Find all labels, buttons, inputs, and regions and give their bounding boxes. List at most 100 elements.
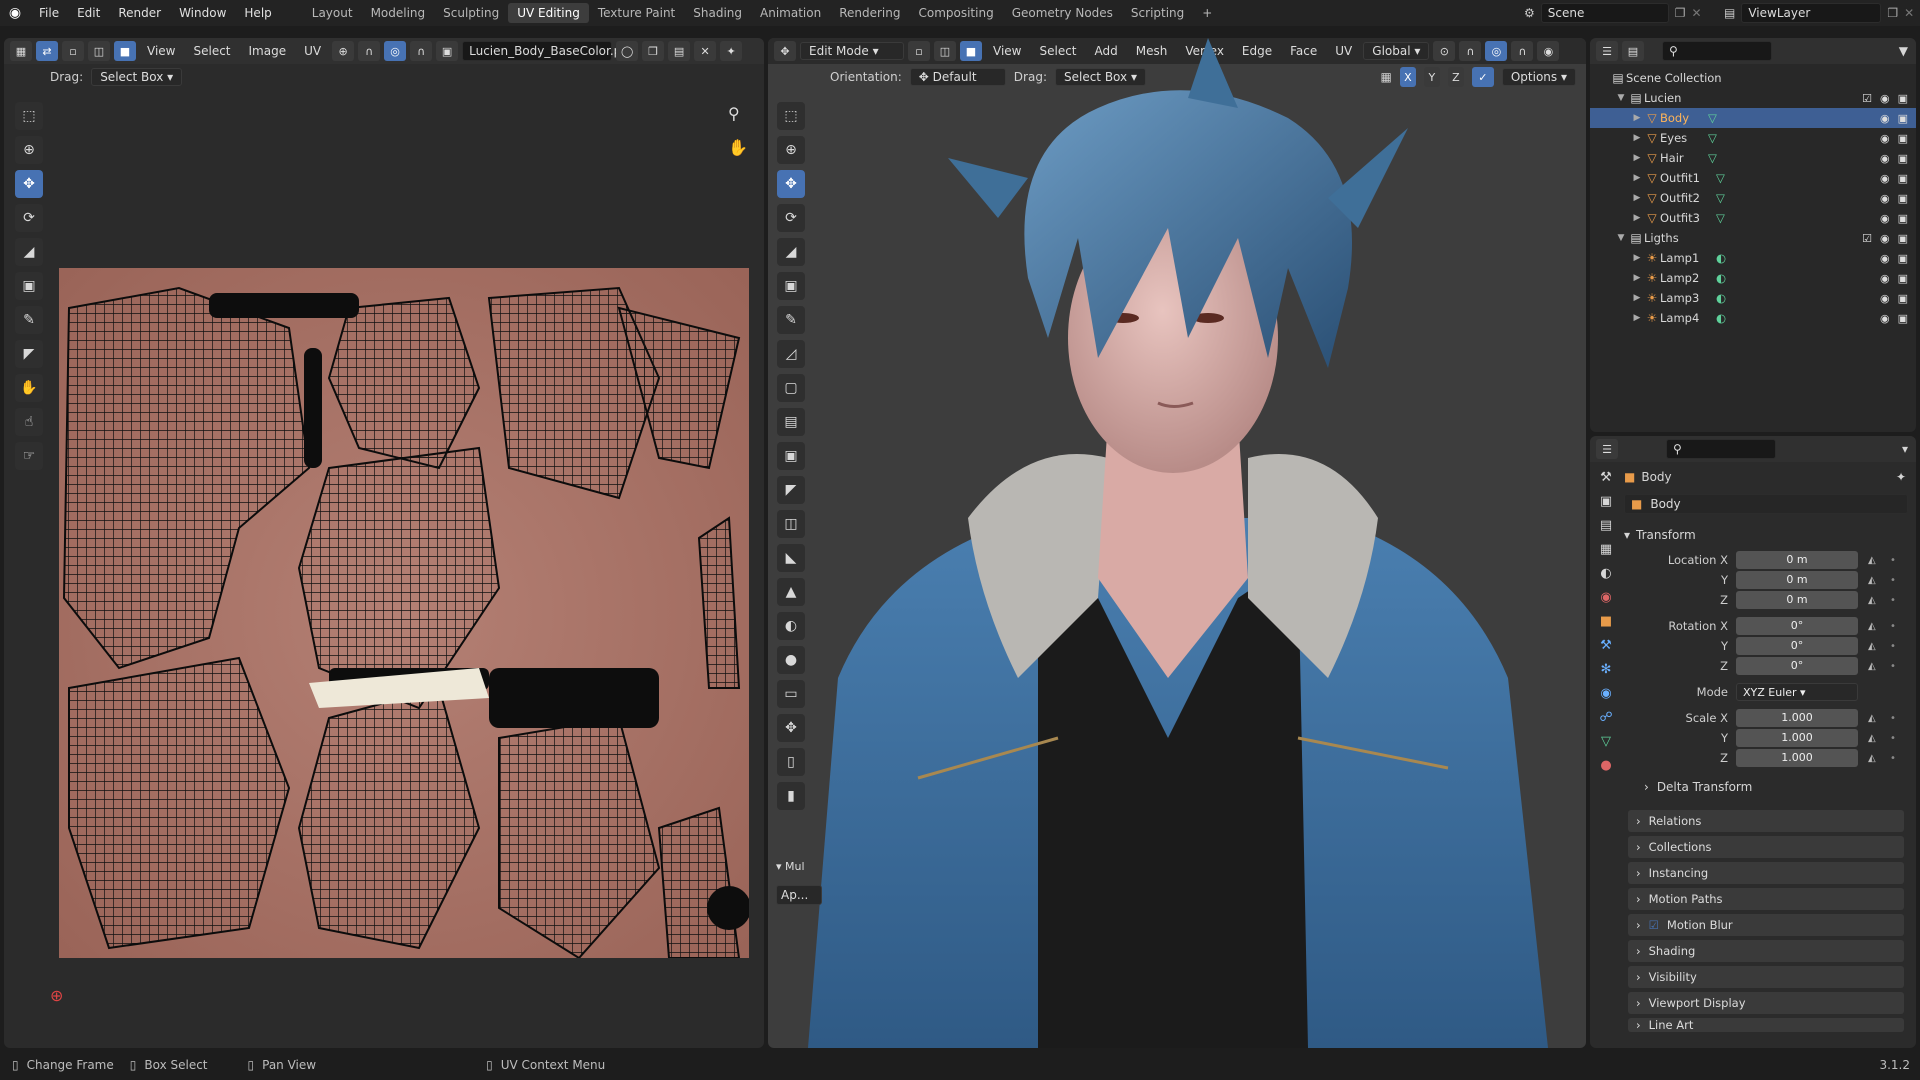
light-data-icon[interactable]: ◐ <box>1716 291 1726 305</box>
world-tab-icon[interactable]: ◉ <box>1600 590 1611 605</box>
lock-icon[interactable]: ◭ <box>1868 641 1882 652</box>
motion-blur-checkbox[interactable]: ☑ <box>1649 918 1659 932</box>
scale-tool-icon[interactable]: ◢ <box>15 238 43 266</box>
mesh-data-icon[interactable]: ▽ <box>1716 191 1725 205</box>
lock-icon[interactable]: ◭ <box>1868 753 1882 764</box>
snap-icon[interactable]: ∩ <box>358 41 381 61</box>
particles-tab-icon[interactable]: ✻ <box>1601 662 1612 677</box>
rotation-mode-dropdown[interactable]: XYZ Euler ▾ <box>1736 683 1858 701</box>
panel-shading[interactable]: › Shading <box>1628 940 1904 962</box>
rotation-x-field[interactable]: 0° <box>1736 617 1858 635</box>
properties-type-icon[interactable]: ☰ <box>1596 439 1618 459</box>
outliner-search[interactable]: ⚲ <box>1662 41 1772 61</box>
tab-scripting[interactable]: Scripting <box>1122 3 1193 23</box>
falloff-icon[interactable]: ∩ <box>410 41 433 61</box>
vp-drag-dropdown[interactable]: Select Box ▾ <box>1054 68 1146 86</box>
menu-file[interactable]: File <box>30 6 68 20</box>
scale-x-field[interactable]: 1.000 <box>1736 709 1858 727</box>
last-operator-panel[interactable]: ▾ Mul Ap... <box>776 860 822 905</box>
copy-viewlayer-icon[interactable]: ❐ <box>1887 6 1898 20</box>
tab-compositing[interactable]: Compositing <box>909 3 1002 23</box>
checkbox-icon[interactable]: ☑ <box>1862 232 1872 245</box>
light-data-icon[interactable]: ◐ <box>1716 311 1726 325</box>
eye-icon[interactable]: ◉ <box>1880 232 1890 245</box>
lock-icon[interactable]: ◭ <box>1868 713 1882 724</box>
spin-icon[interactable]: ◐ <box>777 612 805 640</box>
image-browse-icon[interactable]: ▣ <box>436 41 459 61</box>
face-select-icon[interactable]: ■ <box>114 41 136 61</box>
outliner-item-body[interactable]: ▶ ▽ Body ▽ ◉ ▣ <box>1590 108 1916 128</box>
poly-build-icon[interactable]: ▲ <box>777 578 805 606</box>
tab-geometry-nodes[interactable]: Geometry Nodes <box>1003 3 1122 23</box>
light-data-icon[interactable]: ◐ <box>1716 251 1726 265</box>
mesh-data-icon[interactable]: ▽ <box>1708 111 1717 125</box>
unlink-image-icon[interactable]: ✕ <box>694 41 717 61</box>
location-z-field[interactable]: 0 m <box>1736 591 1858 609</box>
panel-instancing[interactable]: › Instancing <box>1628 862 1904 884</box>
outliner-item-lamp1[interactable]: ▶ ☀ Lamp1 ◐ ◉ ▣ <box>1590 248 1916 268</box>
eye-icon[interactable]: ◉ <box>1880 132 1890 145</box>
uv-menu-select[interactable]: Select <box>186 44 237 58</box>
tool-tab-icon[interactable]: ⚒ <box>1600 470 1612 485</box>
eye-icon[interactable]: ◉ <box>1880 212 1890 225</box>
options-chevron-icon[interactable]: ▾ <box>1902 442 1908 456</box>
physics-tab-icon[interactable]: ◉ <box>1600 686 1611 701</box>
mesh-data-icon[interactable]: ▽ <box>1708 131 1717 145</box>
camera-icon[interactable]: ▣ <box>1898 112 1908 125</box>
location-x-field[interactable]: 0 m <box>1736 551 1858 569</box>
camera-icon[interactable]: ▣ <box>1898 152 1908 165</box>
outliner-item-outfit1[interactable]: ▶ ▽ Outfit1 ▽ ◉ ▣ <box>1590 168 1916 188</box>
camera-icon[interactable]: ▣ <box>1898 172 1908 185</box>
mesh-data-icon[interactable]: ▽ <box>1708 151 1717 165</box>
mirror-icon[interactable]: ▦ <box>1381 70 1392 84</box>
character-render[interactable] <box>768 38 1586 1048</box>
eye-icon[interactable]: ◉ <box>1880 92 1890 105</box>
material-tab-icon[interactable]: ● <box>1600 758 1611 773</box>
camera-icon[interactable]: ▣ <box>1898 252 1908 265</box>
uv-menu-image[interactable]: Image <box>242 44 294 58</box>
eye-icon[interactable]: ◉ <box>1880 152 1890 165</box>
proportional-edit-icon[interactable]: ◎ <box>384 41 407 61</box>
eye-icon[interactable]: ◉ <box>1880 192 1890 205</box>
camera-icon[interactable]: ▣ <box>1898 292 1908 305</box>
panel-viewport-display[interactable]: › Viewport Display <box>1628 992 1904 1014</box>
tab-uv-editing[interactable]: UV Editing <box>508 3 589 23</box>
vp-scale-icon[interactable]: ◢ <box>777 238 805 266</box>
delete-viewlayer-icon[interactable]: ✕ <box>1904 6 1914 20</box>
annotate-tool-icon[interactable]: ✎ <box>15 306 43 334</box>
lock-icon[interactable]: ◭ <box>1868 621 1882 632</box>
delete-scene-icon[interactable]: ✕ <box>1692 6 1702 20</box>
vp-annotate-icon[interactable]: ✎ <box>777 306 805 334</box>
outliner-item-outfit3[interactable]: ▶ ▽ Outfit3 ▽ ◉ ▣ <box>1590 208 1916 228</box>
camera-icon[interactable]: ▣ <box>1898 312 1908 325</box>
transform-panel-header[interactable]: ▾ Transform <box>1624 524 1912 546</box>
extrude-icon[interactable]: ▤ <box>777 408 805 436</box>
pin-icon[interactable]: ✦ <box>720 41 743 61</box>
relax-tool-icon[interactable]: ☝ <box>15 408 43 436</box>
collection-lucien-row[interactable]: ▼ ▤ Lucien ☑ ◉ ▣ <box>1590 88 1916 108</box>
vertex-select-icon[interactable]: ▫ <box>62 41 84 61</box>
pinch-tool-icon[interactable]: ☞ <box>15 442 43 470</box>
modifier-tab-icon[interactable]: ⚒ <box>1600 638 1612 653</box>
light-data-icon[interactable]: ◐ <box>1716 271 1726 285</box>
camera-icon[interactable]: ▣ <box>1898 132 1908 145</box>
eye-icon[interactable]: ◉ <box>1880 292 1890 305</box>
vp-rotate-icon[interactable]: ⟳ <box>777 204 805 232</box>
tab-sculpting[interactable]: Sculpting <box>434 3 508 23</box>
copy-scene-icon[interactable]: ❐ <box>1675 6 1686 20</box>
select-box-tool-icon[interactable]: ⬚ <box>15 102 43 130</box>
view-layer-tab-icon[interactable]: ▦ <box>1600 542 1612 557</box>
rotate-tool-icon[interactable]: ⟳ <box>15 204 43 232</box>
panel-line-art[interactable]: › Line Art <box>1628 1018 1904 1032</box>
smooth-icon[interactable]: ● <box>777 646 805 674</box>
panel-motion-paths[interactable]: › Motion Paths <box>1628 888 1904 910</box>
uv-texture-canvas[interactable] <box>59 268 749 958</box>
object-name-field[interactable]: ■ Body <box>1624 494 1908 514</box>
zoom-icon[interactable]: ⚲ <box>728 104 740 123</box>
outliner-item-outfit2[interactable]: ▶ ▽ Outfit2 ▽ ◉ ▣ <box>1590 188 1916 208</box>
image-name-field[interactable]: Lucien_Body_BaseColor.png <box>462 41 637 61</box>
expand-icon[interactable]: ▼ <box>1614 93 1628 103</box>
tab-animation[interactable]: Animation <box>751 3 830 23</box>
outliner-item-eyes[interactable]: ▶ ▽ Eyes ▽ ◉ ▣ <box>1590 128 1916 148</box>
eye-icon[interactable]: ◉ <box>1880 272 1890 285</box>
